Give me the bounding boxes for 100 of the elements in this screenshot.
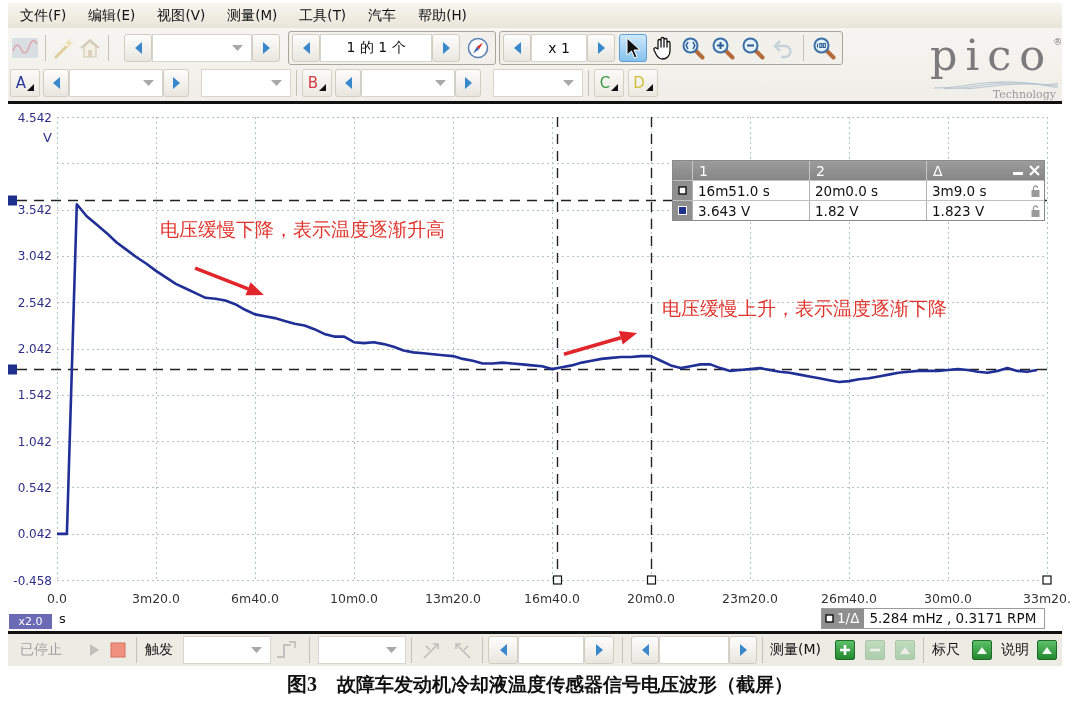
ruler-handle[interactable] [8, 195, 17, 206]
dropdown-field[interactable] [183, 636, 271, 664]
padlock-icon [1031, 204, 1040, 217]
frequency-readout: 5.284 mHz , 0.3171 RPM [868, 609, 1038, 628]
y-axis-label: 1.542 [17, 388, 52, 403]
input-field[interactable] [659, 636, 729, 664]
pointer-tool-button[interactable] [619, 34, 647, 62]
left-triangle-icon [134, 42, 142, 54]
right-triangle-icon [597, 42, 605, 54]
previous-button[interactable] [503, 34, 531, 62]
menu-item[interactable]: 汽车 [368, 6, 397, 25]
close-icon[interactable] [1029, 165, 1040, 176]
rulers-toggle-button[interactable] [972, 640, 992, 660]
menu-item[interactable]: 测量(M) [227, 6, 278, 25]
axis-unit-label: s [59, 611, 66, 626]
menu-item[interactable]: 编辑(E) [88, 6, 136, 25]
y-axis-label: 0.042 [17, 527, 52, 542]
x-axis-label: 6m40.0 [231, 591, 279, 606]
x-axis-label: 10m0.0 [330, 591, 378, 606]
menu-item[interactable]: 文件(F) [20, 6, 67, 25]
x-axis-label: 30m0.0 [924, 591, 972, 606]
previous-button[interactable] [124, 34, 152, 62]
logo-text: pico$^{®}$ [929, 30, 1063, 81]
right-triangle-icon [262, 42, 270, 54]
rulers-label: 标尺 [932, 641, 960, 659]
x-axis-label: 33m20. [1023, 591, 1071, 606]
x-axis-label: 13m20.0 [425, 591, 481, 606]
page-field[interactable]: 1 的 1 个 [320, 34, 432, 62]
previous-button[interactable] [335, 69, 361, 97]
diagonal-arrow-icon [422, 640, 442, 660]
play-icon [89, 644, 99, 656]
logo-tagline: Technology [992, 89, 1056, 101]
y-axis-label: 3.042 [17, 249, 52, 264]
next-button[interactable] [432, 34, 460, 62]
y-axis-label: 0.542 [17, 480, 52, 495]
wave-lines-icon [934, 81, 1058, 89]
next-button[interactable] [729, 636, 757, 664]
ruler-handle[interactable] [646, 575, 657, 585]
x-axis-label: 16m40.0 [524, 591, 580, 606]
dropdown-field[interactable] [493, 69, 583, 97]
previous-button[interactable] [43, 69, 69, 97]
caret-icon [251, 647, 262, 653]
ruler-value: 3.643 V [698, 202, 751, 219]
menu-item[interactable]: 工具(T) [299, 6, 347, 25]
x-axis-label: 0.0 [47, 591, 67, 606]
dropdown-field[interactable] [152, 34, 252, 62]
next-button[interactable] [584, 636, 614, 664]
figure-number: 图3 [287, 672, 317, 697]
left-triangle-icon [344, 77, 352, 89]
channel-button[interactable]: B [302, 69, 332, 97]
next-button[interactable] [587, 34, 615, 62]
hand-icon [652, 36, 674, 60]
channel-button[interactable]: A [10, 69, 40, 97]
next-button[interactable] [163, 69, 189, 97]
previous-button[interactable] [488, 636, 518, 664]
plus-icon [839, 644, 851, 656]
right-triangle-icon [739, 644, 747, 656]
ruler-handle[interactable] [1042, 575, 1052, 585]
dropdown-field[interactable] [318, 636, 406, 664]
x-axis-label: 3m20.0 [132, 591, 180, 606]
measurements-label: 测量(M) [770, 641, 821, 659]
dropdown-field[interactable] [69, 69, 163, 97]
y-axis-label: -0.458 [13, 573, 52, 588]
figure-caption: 故障车发动机冷却液温度传感器信号电压波形（截屏） [337, 671, 793, 697]
right-triangle-icon [595, 644, 603, 656]
compass-icon [467, 37, 489, 59]
ruler-value: 20m0.0 s [815, 182, 879, 199]
house-icon [79, 37, 101, 59]
input-field[interactable] [518, 636, 584, 664]
previous-button[interactable] [631, 636, 659, 664]
next-button[interactable] [252, 34, 280, 62]
padlock-icon [1031, 184, 1040, 197]
menu-item[interactable]: 视图(V) [157, 6, 206, 25]
add-measurement-button[interactable] [835, 640, 855, 660]
trigger-label: 触发 [145, 641, 173, 659]
zoom-factor-badge: x2.0 [9, 614, 52, 629]
menu-item[interactable]: 帮助(H) [418, 6, 467, 25]
y-axis-label: 2.042 [17, 342, 52, 356]
magnifier-icon [812, 36, 836, 60]
y-axis-label: 1.042 [17, 434, 52, 449]
status-text: 已停止 [20, 641, 62, 659]
zoom-in-icon [711, 36, 735, 60]
ruler-handle[interactable] [552, 575, 563, 585]
caret-icon [271, 80, 282, 86]
axis-unit-label: V [43, 130, 52, 145]
ruler-handle[interactable] [8, 364, 17, 375]
previous-button[interactable] [292, 34, 320, 62]
ruler-value: 3m9.0 s [932, 182, 987, 199]
dropdown-field[interactable] [201, 69, 291, 97]
column-header: Δ [933, 162, 943, 179]
next-button[interactable] [455, 69, 481, 97]
diagonal-arrow-icon [452, 640, 472, 660]
zoom-field[interactable]: x 1 [531, 34, 587, 62]
right-triangle-icon [442, 42, 450, 54]
left-triangle-icon [641, 644, 649, 656]
column-header: 1 [699, 162, 708, 179]
undo-icon [772, 37, 794, 59]
zoom-out-icon [741, 36, 765, 60]
dropdown-field[interactable] [361, 69, 455, 97]
notes-toggle-button[interactable] [1037, 640, 1057, 660]
